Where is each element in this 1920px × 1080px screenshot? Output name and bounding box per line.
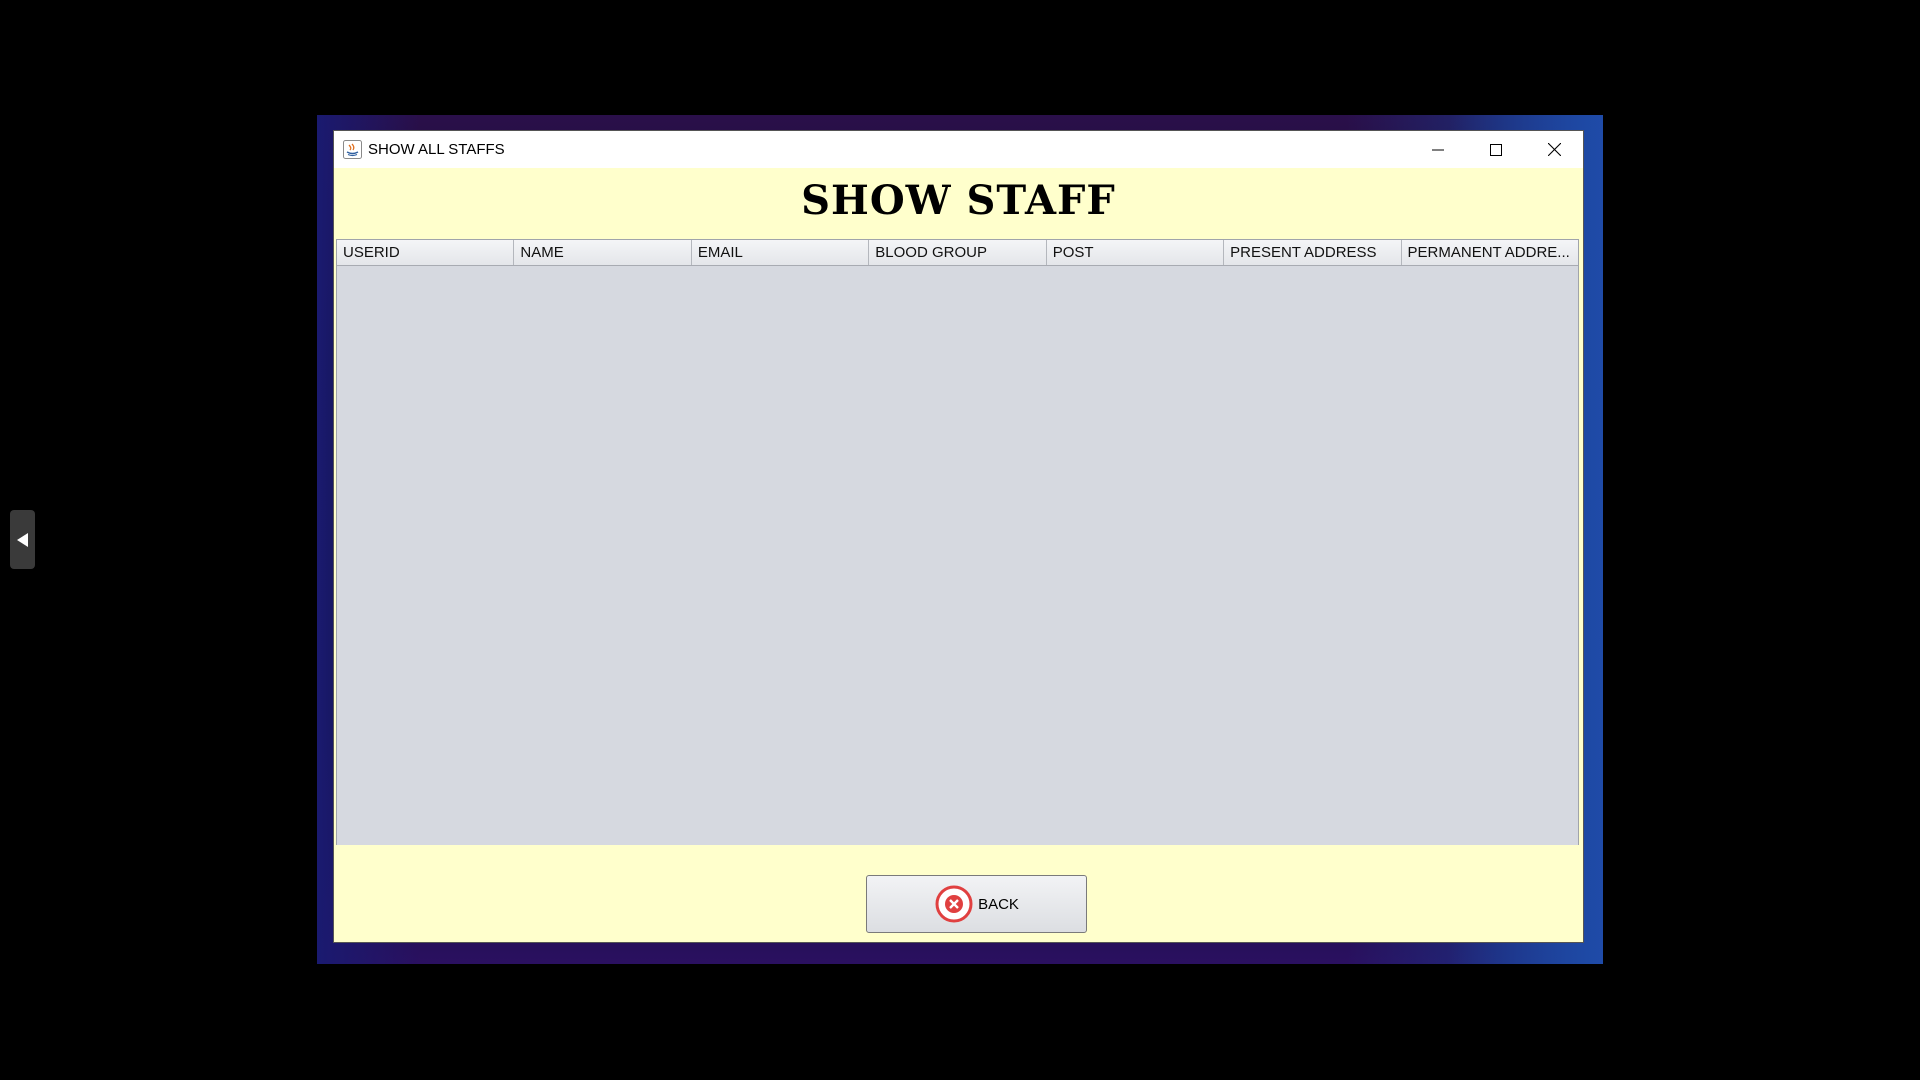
window-title: SHOW ALL STAFFS	[368, 141, 505, 158]
staff-table[interactable]: USERID NAME EMAIL BLOOD GROUP POST PRESE…	[336, 239, 1579, 845]
back-button[interactable]: BACK	[866, 875, 1087, 933]
minimize-button[interactable]	[1409, 131, 1467, 168]
close-button[interactable]	[1525, 131, 1583, 168]
maximize-button[interactable]	[1467, 131, 1525, 168]
column-header-email[interactable]: EMAIL	[692, 240, 870, 265]
column-header-blood-group[interactable]: BLOOD GROUP	[869, 240, 1047, 265]
column-header-permanent-address[interactable]: PERMANENT ADDRE...	[1402, 240, 1578, 265]
minimize-icon	[1432, 149, 1444, 150]
java-app-icon	[343, 140, 362, 159]
caret-left-icon	[16, 532, 28, 547]
show-all-staffs-window: SHOW ALL STAFFS SHOW STAFF USERID NAME E…	[334, 131, 1583, 942]
cancel-circle-icon	[935, 885, 973, 923]
column-header-post[interactable]: POST	[1047, 240, 1225, 265]
table-header: USERID NAME EMAIL BLOOD GROUP POST PRESE…	[337, 240, 1578, 266]
title-bar[interactable]: SHOW ALL STAFFS	[334, 131, 1583, 168]
desktop: SHOW ALL STAFFS SHOW STAFF USERID NAME E…	[0, 0, 1920, 1080]
column-header-name[interactable]: NAME	[514, 240, 692, 265]
page-title: SHOW STAFF	[801, 177, 1116, 224]
column-header-present-address[interactable]: PRESENT ADDRESS	[1224, 240, 1402, 265]
table-body[interactable]	[337, 266, 1578, 845]
column-header-userid[interactable]: USERID	[337, 240, 515, 265]
back-button-label: BACK	[978, 895, 1019, 913]
window-controls	[1409, 131, 1583, 168]
close-icon	[1547, 143, 1561, 156]
side-panel-toggle[interactable]	[10, 510, 35, 569]
maximize-icon	[1490, 143, 1502, 156]
